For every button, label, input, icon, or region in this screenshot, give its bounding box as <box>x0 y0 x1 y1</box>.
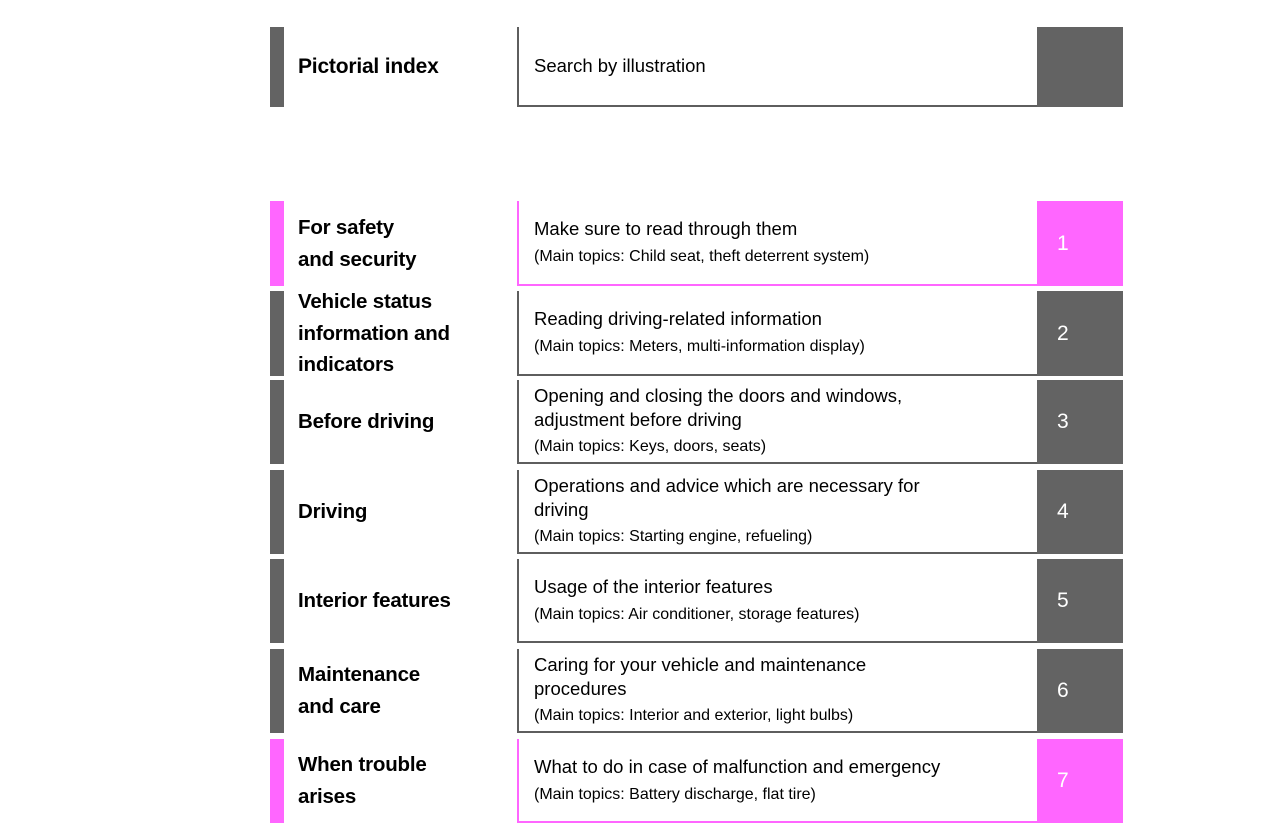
chapter-row[interactable]: Driving Operations and advice which are n… <box>270 470 1123 554</box>
chapter-description: What to do in case of malfunction and em… <box>534 755 941 777</box>
chapter-number-badge[interactable]: 6 <box>1037 649 1123 733</box>
chapter-title: Maintenance and care <box>298 663 420 718</box>
chapter-row[interactable]: For safety and security Make sure to read… <box>270 201 1123 286</box>
chapter-title: Driving <box>298 500 368 524</box>
accent-bar-chapter-7 <box>270 739 284 823</box>
chapter-row[interactable]: Maintenance and care Caring for your vehi… <box>270 649 1123 733</box>
accent-bar-pictorial-index <box>270 27 284 107</box>
accent-bar-chapter-3 <box>270 380 284 464</box>
chapter-main-topics: (Main topics: Battery discharge, flat ti… <box>534 785 816 803</box>
chapter-description-box: Make sure to read through them (Main topi… <box>517 201 1037 286</box>
chapter-row[interactable]: When trouble arises What to do in case of… <box>270 739 1123 823</box>
chapter-description-box: Usage of the interior features (Main topi… <box>517 559 1037 643</box>
chapter-description: Caring for your vehicle and maintenance … <box>534 654 867 699</box>
chapter-description-box: Opening and closing the doors and window… <box>517 380 1037 464</box>
pictorial-index-badge <box>1037 27 1123 107</box>
chapter-number-badge[interactable]: 5 <box>1037 559 1123 643</box>
pictorial-index-description: Search by illustration <box>534 55 706 76</box>
pictorial-index-description-box: Search by illustration <box>517 27 1037 107</box>
chapter-description-box: What to do in case of malfunction and em… <box>517 739 1037 823</box>
chapter-number-badge[interactable]: 3 <box>1037 380 1123 464</box>
chapter-row[interactable]: Before driving Opening and closing the do… <box>270 380 1123 464</box>
chapter-description-box: Operations and advice which are necessar… <box>517 470 1037 554</box>
chapter-description: Opening and closing the doors and window… <box>534 385 903 430</box>
chapter-main-topics: (Main topics: Meters, multi-information … <box>534 338 865 356</box>
chapter-number-badge[interactable]: 4 <box>1037 470 1123 554</box>
chapter-main-topics: (Main topics: Air conditioner, storage f… <box>534 605 860 623</box>
chapter-number-badge[interactable]: 1 <box>1037 201 1123 286</box>
chapter-main-topics: (Main topics: Keys, doors, seats) <box>534 438 767 456</box>
chapter-main-topics: (Main topics: Starting engine, refueling… <box>534 528 813 546</box>
chapter-number-badge[interactable]: 7 <box>1037 739 1123 823</box>
chapter-description: Usage of the interior features <box>534 575 773 597</box>
chapter-title: Before driving <box>298 410 435 434</box>
chapter-row[interactable]: Vehicle status information and indicator… <box>270 289 1123 377</box>
chapter-description: Make sure to read through them <box>534 218 798 240</box>
chapter-description-box: Caring for your vehicle and maintenance … <box>517 649 1037 733</box>
chapter-number-badge[interactable]: 2 <box>1037 291 1123 376</box>
chapter-main-topics: (Main topics: Interior and exterior, lig… <box>534 707 854 725</box>
chapter-description-box: Reading driving-related information (Main… <box>517 291 1037 376</box>
chapter-description: Operations and advice which are necessar… <box>534 475 920 520</box>
pictorial-index-title: Pictorial index <box>298 54 439 78</box>
chapter-title: When trouble arises <box>298 753 427 808</box>
chapter-description: Reading driving-related information <box>534 308 822 330</box>
accent-bar-chapter-6 <box>270 649 284 733</box>
accent-bar-chapter-4 <box>270 470 284 554</box>
accent-bar-chapter-2 <box>270 291 284 376</box>
chapter-title: For safety and security <box>298 215 417 271</box>
chapter-row[interactable]: Interior features Usage of the interior f… <box>270 559 1123 643</box>
pictorial-index-row[interactable]: Pictorial index Search by illustration <box>270 27 1123 107</box>
chapter-main-topics: (Main topics: Child seat, theft deterren… <box>534 248 870 266</box>
chapter-title: Vehicle status information and indicator… <box>298 289 450 377</box>
chapter-title: Interior features <box>298 589 451 613</box>
accent-bar-chapter-5 <box>270 559 284 643</box>
accent-bar-chapter-1 <box>270 201 284 286</box>
